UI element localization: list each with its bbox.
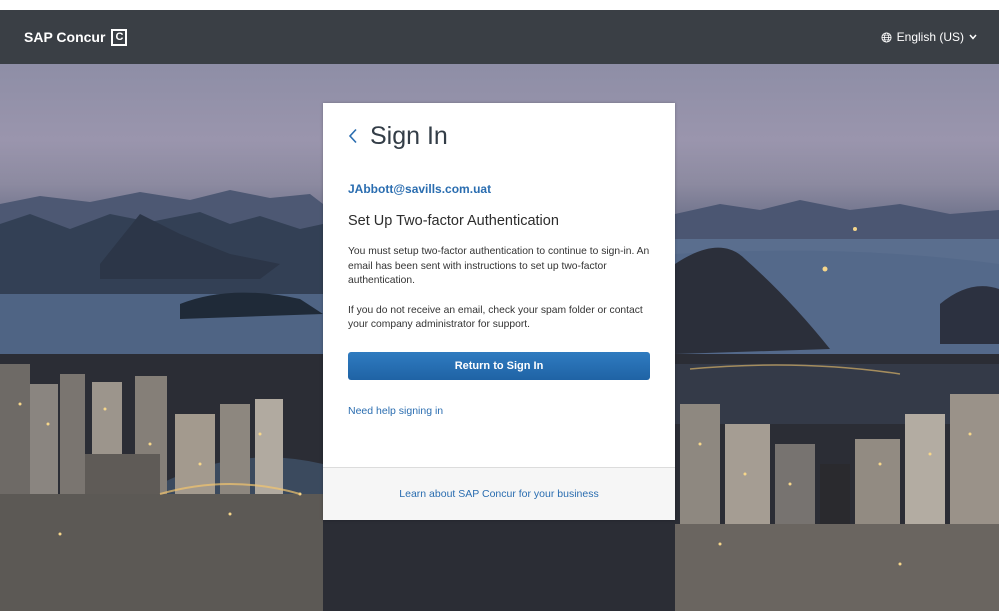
brand-name: SAP Concur	[24, 29, 106, 45]
language-selector[interactable]: English (US)	[881, 30, 977, 44]
return-to-sign-in-button[interactable]: Return to Sign In	[348, 351, 650, 380]
section-heading: Set Up Two-factor Authentication	[348, 213, 559, 229]
top-strip	[0, 0, 999, 10]
concur-logo-icon: C	[111, 28, 128, 46]
learn-about-link[interactable]: Learn about SAP Concur for your business	[399, 488, 598, 500]
card-footer: Learn about SAP Concur for your business	[323, 467, 675, 520]
page-title: Sign In	[370, 121, 448, 150]
help-signing-in-link[interactable]: Need help signing in	[348, 405, 650, 417]
brand-logo[interactable]: SAP Concur C	[24, 28, 128, 46]
user-email: JAbbott@savills.com.uat	[348, 182, 492, 196]
support-text: If you do not receive an email, check yo…	[348, 304, 643, 331]
chevron-down-icon	[969, 34, 977, 40]
globe-icon	[881, 31, 892, 43]
language-label: English (US)	[896, 30, 964, 44]
top-header: SAP Concur C English (US)	[0, 10, 999, 64]
chevron-left-icon[interactable]	[348, 126, 360, 146]
instruction-text: You must setup two-factor authentication…	[348, 246, 650, 287]
title-row: Sign In	[348, 121, 650, 151]
sign-in-card: Sign In JAbbott@savills.com.uat Set Up T…	[323, 103, 675, 520]
